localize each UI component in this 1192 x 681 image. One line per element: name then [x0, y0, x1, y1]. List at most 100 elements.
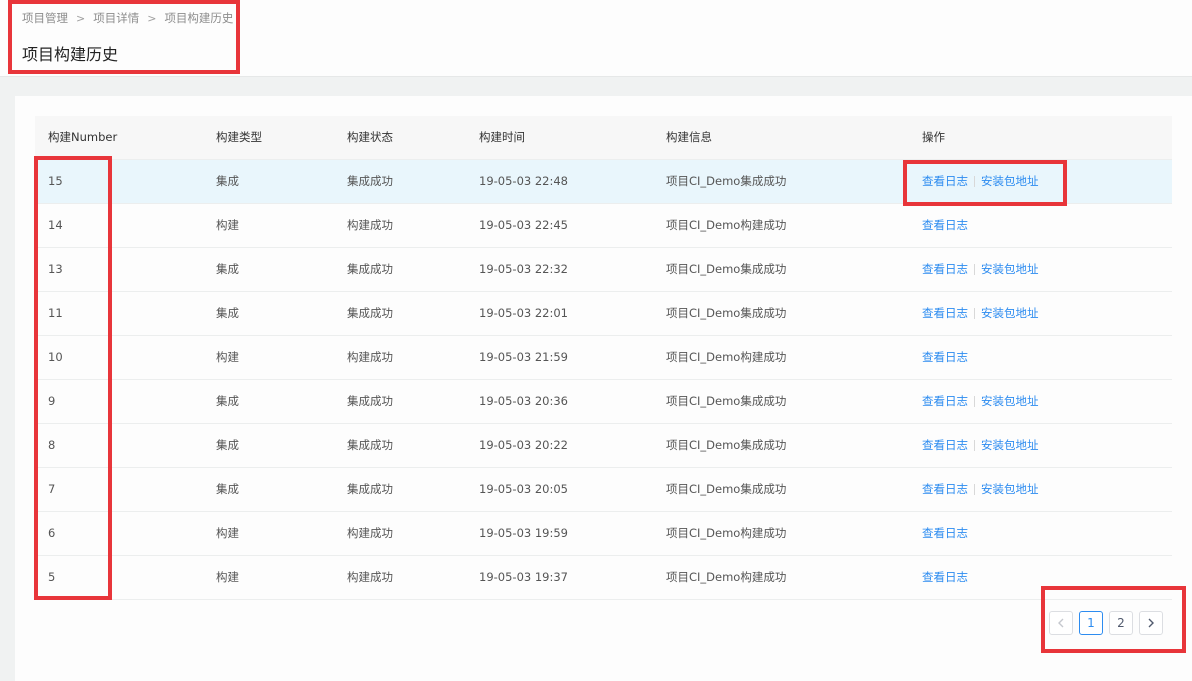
cell-actions: 查看日志 安装包地址: [922, 291, 1172, 335]
cell-build-time: 19-05-03 21:59: [479, 350, 568, 364]
cell-build-status: 构建成功: [347, 350, 393, 364]
action-divider: [974, 396, 975, 407]
cell-build-type: 构建: [216, 570, 239, 584]
install-package-link[interactable]: 安装包地址: [981, 482, 1039, 496]
cell-build-time: 19-05-03 20:36: [479, 394, 568, 408]
cell-actions: 查看日志 安装包地址: [922, 159, 1172, 203]
view-log-link[interactable]: 查看日志: [922, 350, 968, 364]
action-divider: [974, 264, 975, 275]
action-divider: [974, 176, 975, 187]
install-package-link[interactable]: 安装包地址: [981, 262, 1039, 276]
table-row: 7 集成 集成成功 19-05-03 20:05 项目CI_Demo集成成功 查…: [35, 467, 1172, 511]
table-row: 15 集成 集成成功 19-05-03 22:48 项目CI_Demo集成成功 …: [35, 159, 1172, 203]
cell-build-time: 19-05-03 19:37: [479, 570, 568, 584]
cell-build-info: 项目CI_Demo集成成功: [666, 262, 787, 276]
column-header-build-number: 构建Number: [35, 116, 216, 160]
table-row: 14 构建 构建成功 19-05-03 22:45 项目CI_Demo构建成功 …: [35, 203, 1172, 247]
cell-build-info: 项目CI_Demo集成成功: [666, 482, 787, 496]
action-divider: [974, 484, 975, 495]
cell-build-info: 项目CI_Demo构建成功: [666, 570, 787, 584]
cell-build-time: 19-05-03 22:32: [479, 262, 568, 276]
view-log-link[interactable]: 查看日志: [922, 482, 968, 496]
cell-build-number: 7: [48, 482, 56, 496]
cell-build-status: 集成成功: [347, 262, 393, 276]
view-log-link[interactable]: 查看日志: [922, 570, 968, 584]
cell-build-info: 项目CI_Demo集成成功: [666, 394, 787, 408]
cell-build-info: 项目CI_Demo集成成功: [666, 174, 787, 188]
cell-build-status: 集成成功: [347, 306, 393, 320]
view-log-link[interactable]: 查看日志: [922, 438, 968, 452]
build-history-table: 构建Number 构建类型 构建状态 构建时间 构建信息 操作 15 集成 集成…: [35, 116, 1172, 600]
install-package-link[interactable]: 安装包地址: [981, 394, 1039, 408]
cell-build-number: 9: [48, 394, 56, 408]
cell-actions: 查看日志 安装包地址: [922, 467, 1172, 511]
table-row: 9 集成 集成成功 19-05-03 20:36 项目CI_Demo集成成功 查…: [35, 379, 1172, 423]
cell-actions: 查看日志: [922, 335, 1172, 379]
view-log-link[interactable]: 查看日志: [922, 218, 968, 232]
column-header-build-status: 构建状态: [347, 116, 479, 160]
view-log-link[interactable]: 查看日志: [922, 174, 968, 188]
cell-build-number: 6: [48, 526, 56, 540]
view-log-link[interactable]: 查看日志: [922, 306, 968, 320]
cell-build-number: 8: [48, 438, 56, 452]
breadcrumb-separator: >: [147, 11, 157, 25]
column-header-build-info: 构建信息: [666, 116, 922, 160]
pagination: 1 2: [1049, 611, 1163, 635]
breadcrumb-item-project-management[interactable]: 项目管理: [22, 10, 68, 26]
prev-page-button[interactable]: [1049, 611, 1073, 635]
cell-build-info: 项目CI_Demo构建成功: [666, 218, 787, 232]
cell-build-type: 集成: [216, 438, 239, 452]
chevron-right-icon: [1148, 618, 1154, 628]
action-divider: [974, 440, 975, 451]
install-package-link[interactable]: 安装包地址: [981, 174, 1039, 188]
cell-actions: 查看日志 安装包地址: [922, 379, 1172, 423]
cell-build-time: 19-05-03 22:48: [479, 174, 568, 188]
table-row: 5 构建 构建成功 19-05-03 19:37 项目CI_Demo构建成功 查…: [35, 555, 1172, 599]
cell-build-number: 5: [48, 570, 56, 584]
cell-build-type: 构建: [216, 526, 239, 540]
column-header-build-type: 构建类型: [216, 116, 347, 160]
page-1-button[interactable]: 1: [1079, 611, 1103, 635]
cell-build-status: 集成成功: [347, 394, 393, 408]
breadcrumb: 项目管理 > 项目详情 > 项目构建历史: [22, 10, 233, 26]
breadcrumb-item-project-details[interactable]: 项目详情: [93, 10, 139, 26]
cell-actions: 查看日志: [922, 203, 1172, 247]
view-log-link[interactable]: 查看日志: [922, 394, 968, 408]
cell-build-status: 构建成功: [347, 570, 393, 584]
table-row: 10 构建 构建成功 19-05-03 21:59 项目CI_Demo构建成功 …: [35, 335, 1172, 379]
column-header-build-time: 构建时间: [479, 116, 666, 160]
cell-build-number: 13: [48, 262, 63, 276]
cell-build-status: 集成成功: [347, 174, 393, 188]
cell-build-status: 构建成功: [347, 526, 393, 540]
cell-actions: 查看日志 安装包地址: [922, 423, 1172, 467]
cell-actions: 查看日志: [922, 555, 1172, 599]
cell-build-time: 19-05-03 22:45: [479, 218, 568, 232]
cell-build-type: 集成: [216, 306, 239, 320]
cell-build-info: 项目CI_Demo集成成功: [666, 306, 787, 320]
cell-build-status: 构建成功: [347, 218, 393, 232]
cell-build-status: 集成成功: [347, 438, 393, 452]
cell-build-info: 项目CI_Demo集成成功: [666, 438, 787, 452]
cell-build-type: 构建: [216, 350, 239, 364]
install-package-link[interactable]: 安装包地址: [981, 438, 1039, 452]
action-divider: [974, 308, 975, 319]
cell-build-number: 10: [48, 350, 63, 364]
cell-build-type: 集成: [216, 394, 239, 408]
page-2-button[interactable]: 2: [1109, 611, 1133, 635]
view-log-link[interactable]: 查看日志: [922, 526, 968, 540]
cell-build-time: 19-05-03 20:05: [479, 482, 568, 496]
cell-build-type: 集成: [216, 482, 239, 496]
page-header: 项目管理 > 项目详情 > 项目构建历史 项目构建历史: [0, 0, 1192, 77]
install-package-link[interactable]: 安装包地址: [981, 306, 1039, 320]
cell-actions: 查看日志: [922, 511, 1172, 555]
build-history-card: 构建Number 构建类型 构建状态 构建时间 构建信息 操作 15 集成 集成…: [15, 96, 1192, 681]
cell-build-time: 19-05-03 20:22: [479, 438, 568, 452]
cell-build-status: 集成成功: [347, 482, 393, 496]
cell-build-type: 构建: [216, 218, 239, 232]
view-log-link[interactable]: 查看日志: [922, 262, 968, 276]
table-row: 13 集成 集成成功 19-05-03 22:32 项目CI_Demo集成成功 …: [35, 247, 1172, 291]
next-page-button[interactable]: [1139, 611, 1163, 635]
breadcrumb-separator: >: [76, 11, 86, 25]
breadcrumb-item-build-history: 项目构建历史: [164, 11, 234, 25]
cell-build-number: 14: [48, 218, 63, 232]
